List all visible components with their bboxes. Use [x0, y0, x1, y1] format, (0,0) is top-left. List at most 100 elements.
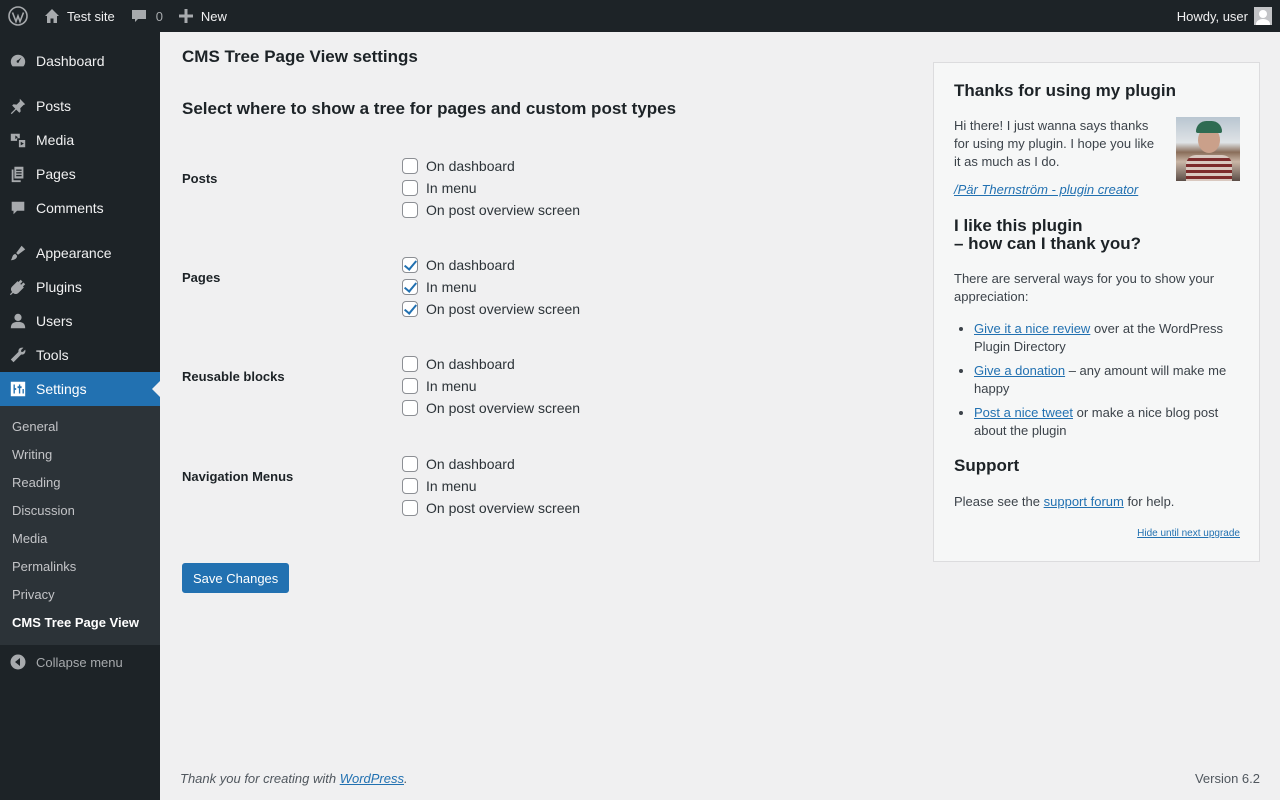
collapse-menu-button[interactable]: Collapse menu — [0, 645, 160, 679]
list-item: Give it a nice review over at the WordPr… — [974, 320, 1239, 356]
posts-in-menu-checkbox[interactable]: In menu — [402, 177, 580, 199]
wrench-icon — [10, 347, 26, 363]
sidebar-item-label: Tools — [36, 347, 69, 363]
support-forum-link[interactable]: support forum — [1044, 494, 1124, 509]
plugin-creator-link[interactable]: /Pär Thernström - plugin creator — [954, 182, 1138, 197]
navigation-menus-in-menu-checkbox[interactable]: In menu — [402, 475, 580, 497]
site-name: Test site — [67, 8, 115, 24]
review-link[interactable]: Give it a nice review — [974, 321, 1090, 336]
admin-bar: Test site 0 New Howdy, user — [0, 0, 1280, 32]
checkbox[interactable] — [402, 279, 418, 295]
footer-version: Version 6.2 — [1194, 771, 1260, 786]
sidebar-item-comments[interactable]: Comments — [0, 191, 160, 225]
sidebar-item-label: Pages — [36, 166, 76, 182]
reusable-blocks-on-post-overview-checkbox[interactable]: On post overview screen — [402, 397, 580, 419]
checkbox[interactable] — [402, 400, 418, 416]
sidebar-item-settings[interactable]: Settings — [0, 372, 160, 406]
comments-menu[interactable]: 0 — [123, 0, 171, 32]
ways-text: There are serveral ways for you to show … — [954, 271, 1215, 304]
main-content: CMS Tree Page View settings Select where… — [160, 32, 1280, 800]
wordpress-logo-menu[interactable] — [0, 0, 36, 32]
site-name-menu[interactable]: Test site — [36, 0, 123, 32]
option-label: In menu — [426, 378, 477, 394]
pages-on-dashboard-checkbox[interactable]: On dashboard — [402, 254, 580, 276]
sidebar-item-label: Media — [36, 132, 75, 148]
submenu-item-general[interactable]: General — [0, 413, 160, 441]
sliders-icon — [10, 381, 26, 397]
navigation-menus-on-post-overview-checkbox[interactable]: On post overview screen — [402, 497, 580, 519]
row-label: Reusable blocks — [182, 369, 285, 384]
option-label: In menu — [426, 478, 477, 494]
sidebar-item-pages[interactable]: Pages — [0, 157, 160, 191]
checkbox[interactable] — [402, 202, 418, 218]
thank-you-heading: I like this plugin – how can I thank you… — [954, 216, 1142, 253]
comments-count: 0 — [155, 8, 163, 24]
new-label: New — [200, 8, 227, 24]
checkbox[interactable] — [402, 456, 418, 472]
donation-link[interactable]: Give a donation — [974, 363, 1065, 378]
checkbox[interactable] — [402, 356, 418, 372]
wordpress-link[interactable]: WordPress — [340, 771, 404, 786]
sidebar-item-plugins[interactable]: Plugins — [0, 270, 160, 304]
tweet-link[interactable]: Post a nice tweet — [974, 405, 1073, 420]
collapse-menu-label: Collapse menu — [36, 654, 123, 670]
submenu-item-writing[interactable]: Writing — [0, 441, 160, 469]
pages-in-menu-checkbox[interactable]: In menu — [402, 276, 580, 298]
option-label: On dashboard — [426, 456, 515, 472]
submenu-item-privacy[interactable]: Privacy — [0, 581, 160, 609]
sidebar-item-label: Dashboard — [36, 53, 105, 69]
new-content-menu[interactable]: New — [171, 0, 235, 32]
plus-icon — [178, 9, 193, 23]
submenu-item-discussion[interactable]: Discussion — [0, 497, 160, 525]
my-account-menu[interactable]: Howdy, user — [1169, 0, 1280, 32]
option-label: On dashboard — [426, 158, 515, 174]
sidebar-item-label: Comments — [36, 200, 104, 216]
posts-on-dashboard-checkbox[interactable]: On dashboard — [402, 155, 580, 177]
sidebar-item-media[interactable]: Media — [0, 123, 160, 157]
sidebar-item-label: Appearance — [36, 245, 112, 261]
hide-until-upgrade-link[interactable]: Hide until next upgrade — [1137, 528, 1240, 539]
home-icon — [45, 9, 59, 23]
option-label: On dashboard — [426, 356, 515, 372]
list-item: Post a nice tweet or make a nice blog po… — [974, 404, 1239, 440]
option-label: On post overview screen — [426, 500, 581, 516]
posts-on-post-overview-checkbox[interactable]: On post overview screen — [402, 199, 580, 221]
comment-icon — [11, 201, 25, 215]
sidebar-item-label: Settings — [36, 381, 87, 397]
reusable-blocks-on-dashboard-checkbox[interactable]: On dashboard — [402, 353, 580, 375]
footer-thanks: Thank you for creating with WordPress. — [180, 771, 408, 786]
checkbox[interactable] — [402, 500, 418, 516]
page-title: CMS Tree Page View settings — [182, 47, 418, 66]
checkbox[interactable] — [402, 158, 418, 174]
section-title: Select where to show a tree for pages an… — [182, 99, 677, 118]
option-label: In menu — [426, 180, 477, 196]
sidebar-item-users[interactable]: Users — [0, 304, 160, 338]
sidebar-item-tools[interactable]: Tools — [0, 338, 160, 372]
sidebar-item-posts[interactable]: Posts — [0, 89, 160, 123]
pages-icon — [11, 166, 24, 183]
intro-text: Hi there! I just wanna says thanks for u… — [954, 118, 1155, 169]
option-label: On post overview screen — [426, 301, 581, 317]
checkbox[interactable] — [402, 180, 418, 196]
submenu-item-media[interactable]: Media — [0, 525, 160, 553]
option-label: On dashboard — [426, 257, 515, 273]
reusable-blocks-in-menu-checkbox[interactable]: In menu — [402, 375, 580, 397]
sidebar-item-dashboard[interactable]: Dashboard — [0, 44, 160, 78]
checkbox[interactable] — [402, 301, 418, 317]
wordpress-logo-icon — [8, 6, 28, 26]
checkbox[interactable] — [402, 378, 418, 394]
checkbox[interactable] — [402, 257, 418, 273]
row-options: On dashboard In menu On post overview sc… — [402, 254, 580, 320]
avatar — [1254, 7, 1272, 25]
sidebar-item-appearance[interactable]: Appearance — [0, 236, 160, 270]
plugin-info-box: Thanks for using my plugin Hi there! I j… — [933, 62, 1260, 562]
row-options: On dashboard In menu On post overview sc… — [402, 155, 580, 221]
save-changes-button[interactable]: Save Changes — [182, 563, 290, 593]
submenu-item-reading[interactable]: Reading — [0, 469, 160, 497]
submenu-item-permalinks[interactable]: Permalinks — [0, 553, 160, 581]
checkbox[interactable] — [402, 478, 418, 494]
dashboard-icon — [10, 54, 26, 67]
navigation-menus-on-dashboard-checkbox[interactable]: On dashboard — [402, 453, 580, 475]
submenu-item-cms-tree-page-view[interactable]: CMS Tree Page View — [0, 609, 160, 637]
pages-on-post-overview-checkbox[interactable]: On post overview screen — [402, 298, 580, 320]
